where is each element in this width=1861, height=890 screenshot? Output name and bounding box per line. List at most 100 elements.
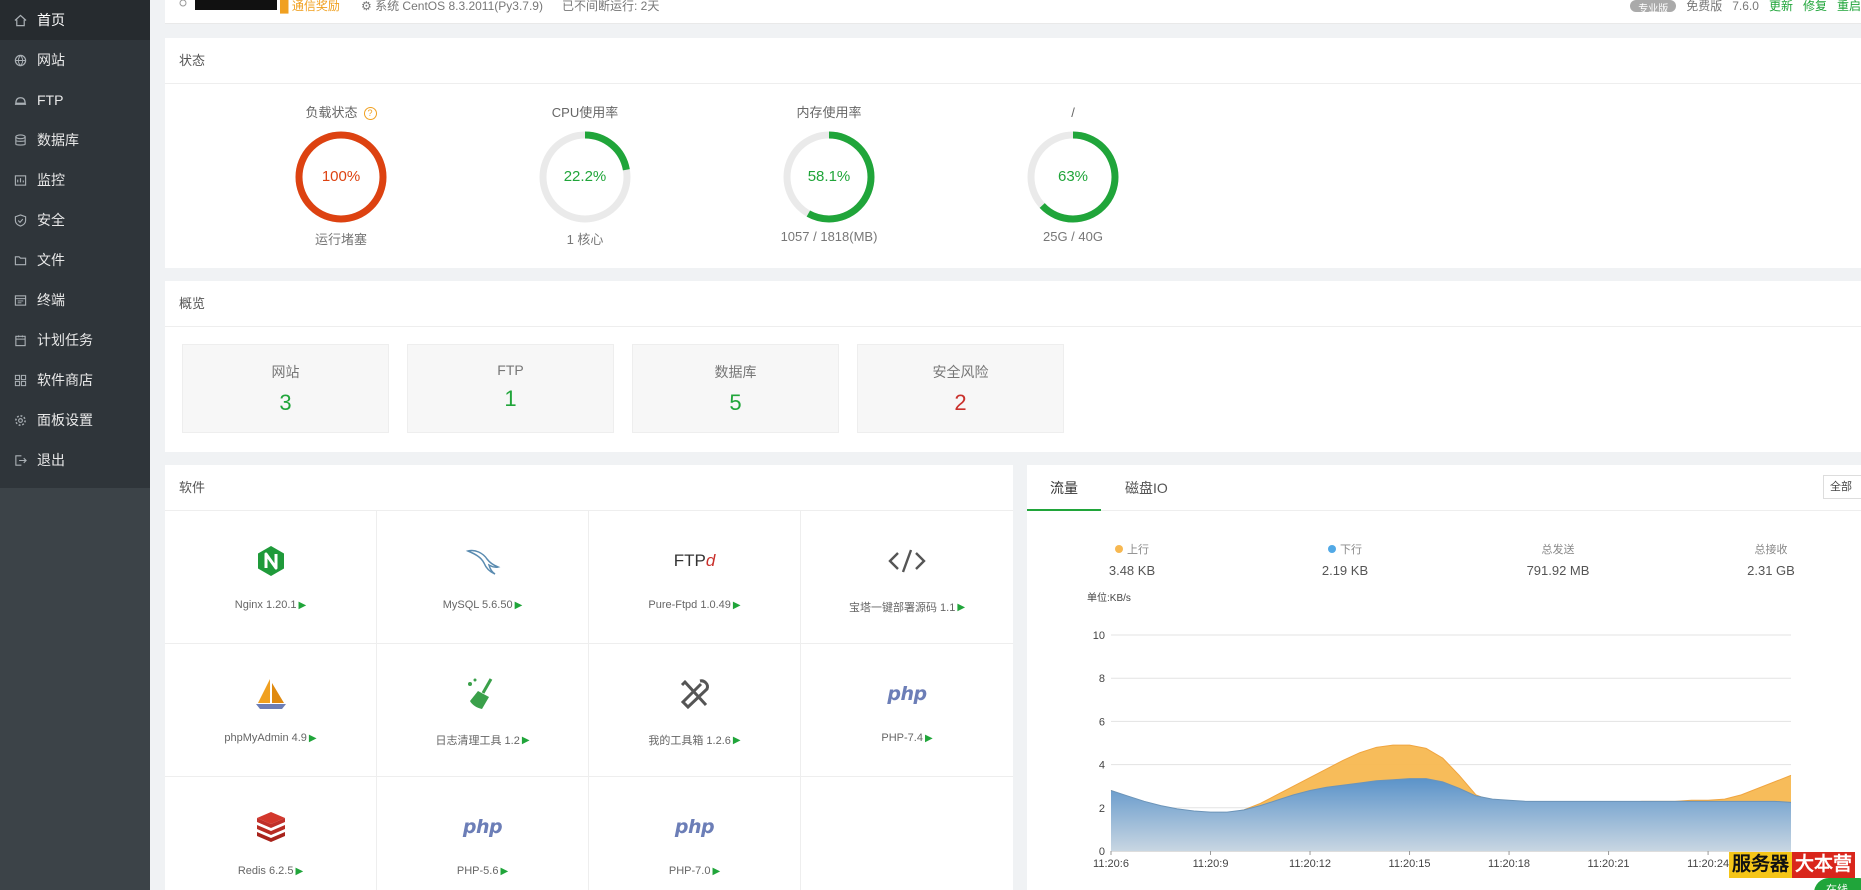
online-label: 在线 xyxy=(1826,884,1848,890)
software-name-row: Nginx 1.20.1 ▶ xyxy=(165,599,376,611)
software-name-row: 日志清理工具 1.2 ▶ xyxy=(377,732,588,748)
play-icon[interactable]: ▶ xyxy=(733,600,741,611)
software-name: MySQL 5.6.50 xyxy=(442,599,513,611)
restart-link[interactable]: 重启 xyxy=(1837,0,1861,14)
status-title: 状态 xyxy=(165,38,1861,84)
play-icon[interactable]: ▶ xyxy=(500,866,508,877)
sidebar-item-7[interactable]: 终端 xyxy=(0,280,150,320)
php-logo-text: php xyxy=(462,816,503,838)
play-icon[interactable]: ▶ xyxy=(295,866,303,877)
watermark-logo: 服务器 大本营 xyxy=(1729,852,1856,878)
gauge-title: 负载状态 xyxy=(305,105,358,120)
overview-count: 1 xyxy=(504,386,517,411)
software-name: phpMyAdmin 4.9 xyxy=(224,732,307,744)
y-tick-label: 6 xyxy=(1099,716,1105,728)
sidebar-item-4[interactable]: 监控 xyxy=(0,160,150,200)
gear-icon xyxy=(13,413,27,427)
play-icon[interactable]: ▶ xyxy=(522,735,530,746)
gauge-subtext: 25G / 40G xyxy=(1043,229,1103,244)
gauge-1[interactable]: CPU使用率 22.2% 1 核心 xyxy=(495,104,675,248)
edition-pill[interactable]: 专业版 xyxy=(1630,0,1677,15)
gauge-title-row: 负载状态? xyxy=(251,104,431,122)
sidebar-item-5[interactable]: 安全 xyxy=(0,200,150,240)
play-icon[interactable]: ▶ xyxy=(957,602,965,613)
watermark-part2: 大本营 xyxy=(1792,852,1856,878)
php-icon: php xyxy=(589,807,800,847)
overview-label: 安全风险 xyxy=(932,364,989,380)
apps-icon xyxy=(13,373,27,387)
gauge-3[interactable]: / 63% 25G / 40G xyxy=(983,104,1163,244)
logout-icon xyxy=(13,453,27,467)
play-icon[interactable]: ▶ xyxy=(733,735,741,746)
traffic-chart: 0 2 4 6 8 10 11:20:6 11:20:9 11:20:12 11:20:15 11:… xyxy=(1093,630,1792,870)
sidebar-item-label: 首页 xyxy=(37,12,65,28)
overview-box-3[interactable]: 安全风险 2 xyxy=(857,344,1064,433)
gauge-value: 58.1% xyxy=(807,168,851,185)
top-bar: █ 通信奖励 ⚙ 系统 CentOS 8.3.2011(Py3.7.9) 已不间… xyxy=(165,0,1861,24)
play-icon[interactable]: ▶ xyxy=(925,733,933,744)
php-logo-text: php xyxy=(887,683,927,705)
sidebar-item-1[interactable]: 网站 xyxy=(0,40,150,80)
software-name: Pure-Ftpd 1.0.49 xyxy=(648,599,731,611)
software-item[interactable]: php PHP-7.4 ▶ xyxy=(801,644,1013,777)
overview-box-1[interactable]: FTP 1 xyxy=(407,344,614,433)
online-support-button[interactable]: 在线 xyxy=(1814,878,1861,890)
reward-badge[interactable]: █ 通信奖励 xyxy=(280,0,340,14)
software-name: PHP-5.6 xyxy=(456,865,499,877)
software-item[interactable]: 我的工具箱 1.2.6 ▶ xyxy=(589,644,801,777)
x-tick-label: 11:20:6 xyxy=(1093,858,1129,870)
repair-link[interactable]: 修复 xyxy=(1803,0,1827,14)
software-name-row: phpMyAdmin 4.9 ▶ xyxy=(165,732,376,744)
software-name: 我的工具箱 1.2.6 xyxy=(648,735,731,747)
sidebar-item-10[interactable]: 面板设置 xyxy=(0,400,150,440)
gauge-0[interactable]: 负载状态? 100% 运行堵塞 xyxy=(251,104,431,248)
play-icon[interactable]: ▶ xyxy=(309,733,317,744)
watermark-part1: 服务器 xyxy=(1729,852,1793,878)
overview-box-2[interactable]: 数据库 5 xyxy=(632,344,839,433)
version-area: 专业版 免费版 7.6.0 更新 修复 重启 xyxy=(1630,0,1861,15)
overview-title: 概览 xyxy=(165,281,1861,327)
update-link[interactable]: 更新 xyxy=(1769,0,1793,14)
software-item[interactable]: php PHP-5.6 ▶ xyxy=(377,777,589,890)
sidebar-item-label: 终端 xyxy=(37,292,65,308)
overview-box-0[interactable]: 网站 3 xyxy=(182,344,389,433)
software-name-row: Redis 6.2.5 ▶ xyxy=(165,865,376,877)
sidebar-item-0[interactable]: 首页 xyxy=(0,0,150,40)
ftp-icon xyxy=(13,93,27,107)
software-item[interactable]: Nginx 1.20.1 ▶ xyxy=(165,511,377,644)
gauge-title: 内存使用率 xyxy=(796,105,862,120)
software-panel: 软件 Nginx 1.20.1 ▶ MySQL 5.6.50 ▶ FTP d Pure-Ft… xyxy=(165,465,1013,890)
software-item[interactable]: MySQL 5.6.50 ▶ xyxy=(377,511,589,644)
sidebar-item-11[interactable]: 退出 xyxy=(0,440,150,480)
gauge-2[interactable]: 内存使用率 58.1% 1057 / 1818(MB) xyxy=(739,104,919,244)
sidebar-item-2[interactable]: FTP xyxy=(0,80,150,120)
x-tick-label: 11:20:21 xyxy=(1588,858,1630,870)
play-icon[interactable]: ▶ xyxy=(299,600,307,611)
play-icon[interactable]: ▶ xyxy=(515,600,523,611)
broom-icon xyxy=(377,674,588,714)
gauge-title-row: 内存使用率 xyxy=(739,104,919,122)
software-item[interactable]: FTP d Pure-Ftpd 1.0.49 ▶ xyxy=(589,511,801,644)
software-item[interactable]: php PHP-7.0 ▶ xyxy=(589,777,801,890)
ftp-logo-text: FTP xyxy=(673,551,706,570)
y-tick-label: 10 xyxy=(1093,630,1105,642)
gauge-title: / xyxy=(1071,105,1075,120)
gauge-subtext: 1057 / 1818(MB) xyxy=(780,229,878,244)
software-item[interactable]: 宝塔一键部署源码 1.1 ▶ xyxy=(801,511,1013,644)
software-item[interactable]: 日志清理工具 1.2 ▶ xyxy=(377,644,589,777)
play-icon[interactable]: ▶ xyxy=(712,866,720,877)
software-name: PHP-7.0 xyxy=(668,865,711,877)
overview-count: 2 xyxy=(954,390,967,415)
software-name-row: 宝塔一键部署源码 1.1 ▶ xyxy=(801,599,1013,615)
software-title: 软件 xyxy=(165,465,1013,511)
software-name-row: 我的工具箱 1.2.6 ▶ xyxy=(589,732,800,748)
gauge-ring: 58.1% xyxy=(781,129,877,225)
sidebar-item-9[interactable]: 软件商店 xyxy=(0,360,150,400)
sidebar-item-3[interactable]: 数据库 xyxy=(0,120,150,160)
sidebar-item-8[interactable]: 计划任务 xyxy=(0,320,150,360)
sidebar-item-6[interactable]: 文件 xyxy=(0,240,150,280)
help-icon[interactable]: ? xyxy=(363,106,377,120)
ftpd-icon: FTP d xyxy=(589,541,800,581)
software-item[interactable]: Redis 6.2.5 ▶ xyxy=(165,777,377,890)
software-item[interactable]: phpMyAdmin 4.9 ▶ xyxy=(165,644,377,777)
